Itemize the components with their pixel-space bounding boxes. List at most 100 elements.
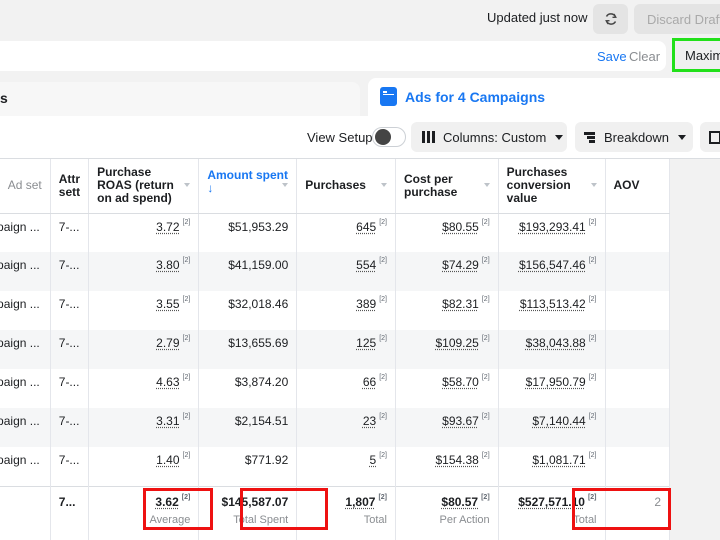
table-row[interactable]: Campaign ...7-...1.40[2]$771.925[2]$154.… xyxy=(0,447,671,486)
purchases-cell: 5 [2] xyxy=(296,447,396,486)
amount-spent-cell: $2,154.51 xyxy=(198,408,298,447)
conversion-value-cell: $38,043.88 [2] xyxy=(498,330,606,369)
totals-purchases-cell: 1,807 [2] Total xyxy=(296,485,396,540)
ads-icon xyxy=(380,87,397,106)
table-row[interactable]: Campaign ...7-...2.79[2]$13,655.69125[2]… xyxy=(0,330,671,369)
aov-cell xyxy=(605,213,671,252)
breakdown-icon xyxy=(584,131,595,143)
table-row[interactable]: Campaign ...7-...3.55[2]$32,018.46389[2]… xyxy=(0,291,671,330)
column-header-cost-per-purchase[interactable]: Cost per purchase xyxy=(395,159,499,214)
amount-spent-cell: $13,655.69 xyxy=(198,330,298,369)
table-row[interactable]: Campaign ...7-...3.31[2]$2,154.5123[2]$9… xyxy=(0,408,671,447)
column-header-aov[interactable]: AOV xyxy=(605,159,671,214)
column-header-ad-set[interactable]: Ad set xyxy=(0,159,51,214)
sort-icon[interactable] xyxy=(590,183,597,187)
updated-status: Updated just now xyxy=(487,10,588,25)
roas-cell: 1.40 [2] xyxy=(88,447,200,486)
aov-cell xyxy=(605,291,671,330)
reports-icon xyxy=(709,130,720,144)
attribution-cell: 7-... xyxy=(50,252,90,291)
toggle-knob[interactable] xyxy=(375,129,391,145)
purchases-cell: 125 [2] xyxy=(296,330,396,369)
roas-cell: 3.80 [2] xyxy=(88,252,200,291)
totals-roas-cell: 3.62 [2] Average xyxy=(88,485,200,540)
sort-icon[interactable] xyxy=(282,183,289,187)
totals-attr-cell: 7... xyxy=(50,485,90,540)
totals-roas-value[interactable]: 3.62 xyxy=(155,495,178,509)
columns-dropdown[interactable]: Columns: Custom xyxy=(411,122,567,152)
amount-spent-cell: $51,953.29 xyxy=(198,213,298,252)
ads-manager-page: Updated just now Discard Drafts Save Cle… xyxy=(0,0,720,540)
attribution-cell: 7-... xyxy=(50,330,90,369)
ad-set-name-cell[interactable]: Campaign ... xyxy=(0,252,51,291)
sort-icon[interactable] xyxy=(381,183,387,187)
column-header-purchases[interactable]: Purchases xyxy=(296,159,396,214)
ad-set-name-cell[interactable]: Campaign ... xyxy=(0,213,51,252)
cost-per-purchase-cell: $58.70 [2] xyxy=(395,369,499,408)
ad-set-name-cell[interactable]: Campaign ... xyxy=(0,291,51,330)
table-row[interactable]: Campaign ...7-...3.80[2]$41,159.00554[2]… xyxy=(0,252,671,291)
attribution-cell: 7-... xyxy=(50,291,90,330)
sort-desc-icon: ↓ xyxy=(207,180,214,195)
conversion-value-cell: $193,293.41 [2] xyxy=(498,213,606,252)
totals-pcv-cell: $527,571.10 [2] Total xyxy=(498,485,606,540)
cost-per-purchase-cell: $74.29 [2] xyxy=(395,252,499,291)
search-filter-bar[interactable] xyxy=(0,41,666,71)
clear-filter-link[interactable]: Clear xyxy=(629,49,660,64)
column-header-attribution[interactable]: Attr sett xyxy=(50,159,90,214)
column-header-roas[interactable]: Purchase ROAS (return on ad spend) xyxy=(88,159,200,214)
column-header-amount-spent[interactable]: Amount spent ↓ xyxy=(198,159,298,214)
sort-icon[interactable] xyxy=(483,183,490,187)
attribution-cell: 7-... xyxy=(50,369,90,408)
purchases-cell: 389 [2] xyxy=(296,291,396,330)
attribution-cell: 7-... xyxy=(50,408,90,447)
amount-spent-cell: $3,874.20 xyxy=(198,369,298,408)
columns-icon xyxy=(422,131,435,143)
tab-ads-label: Ads for 4 Campaigns xyxy=(405,89,546,105)
conversion-value-cell: $113,513.42 [2] xyxy=(498,291,606,330)
conversion-value-cell: $1,081.71 [2] xyxy=(498,447,606,486)
cost-per-purchase-cell: $80.55 [2] xyxy=(395,213,499,252)
refresh-button[interactable] xyxy=(593,4,628,34)
breakdown-dropdown[interactable]: Breakdown xyxy=(575,122,693,152)
totals-cpp-value[interactable]: $80.57 xyxy=(441,495,478,509)
totals-amount-cell: $145,587.07 Total Spent xyxy=(198,485,298,540)
view-setup-label: View Setup xyxy=(307,130,373,145)
ad-set-name-cell[interactable]: Campaign ... xyxy=(0,330,51,369)
ads-table: Ad set Attr sett Purchase ROAS (return o… xyxy=(0,159,671,540)
totals-row: 7... 3.62 [2] Average $145,587.07 Total Spe… xyxy=(0,485,671,540)
column-header-purchases-conversion-value[interactable]: Purchases conversion value xyxy=(498,159,606,214)
purchases-cell: 645 [2] xyxy=(296,213,396,252)
roas-cell: 4.63 [2] xyxy=(88,369,200,408)
table-row[interactable]: Campaign ...7-...3.72[2]$51,953.29645[2]… xyxy=(0,213,671,252)
totals-name-cell xyxy=(0,485,51,540)
totals-purchases-value[interactable]: 1,807 xyxy=(345,495,375,509)
attribution-cell: 7-... xyxy=(50,447,90,486)
conversion-value-cell: $17,950.79 [2] xyxy=(498,369,606,408)
maximize-button[interactable]: Maximize xyxy=(672,38,720,72)
save-filter-link[interactable]: Save xyxy=(597,49,627,64)
aov-cell xyxy=(605,447,671,486)
table-row[interactable]: Campaign ...7-...4.63[2]$3,874.2066[2]$5… xyxy=(0,369,671,408)
roas-cell: 3.31 [2] xyxy=(88,408,200,447)
cost-per-purchase-cell: $82.31 [2] xyxy=(395,291,499,330)
roas-cell: 3.55 [2] xyxy=(88,291,200,330)
sort-icon[interactable] xyxy=(184,183,191,187)
reports-button[interactable] xyxy=(700,122,720,152)
aov-cell xyxy=(605,408,671,447)
attribution-cell: 7-... xyxy=(50,213,90,252)
conversion-value-cell: $7,140.44 [2] xyxy=(498,408,606,447)
purchases-cell: 23 [2] xyxy=(296,408,396,447)
ad-set-name-cell[interactable]: Campaign ... xyxy=(0,408,51,447)
ad-set-name-cell[interactable]: Campaign ... xyxy=(0,369,51,408)
totals-pcv-value[interactable]: $527,571.10 xyxy=(518,495,585,509)
discard-drafts-button[interactable]: Discard Drafts xyxy=(634,4,720,34)
amount-spent-cell: $32,018.46 xyxy=(198,291,298,330)
cost-per-purchase-cell: $93.67 [2] xyxy=(395,408,499,447)
cost-per-purchase-cell: $154.38 [2] xyxy=(395,447,499,486)
totals-amount-value: $145,587.07 xyxy=(221,494,289,509)
ad-set-name-cell[interactable]: Campaign ... xyxy=(0,447,51,486)
cost-per-purchase-cell: $109.25 [2] xyxy=(395,330,499,369)
amount-spent-cell: $41,159.00 xyxy=(198,252,298,291)
roas-cell: 2.79 [2] xyxy=(88,330,200,369)
